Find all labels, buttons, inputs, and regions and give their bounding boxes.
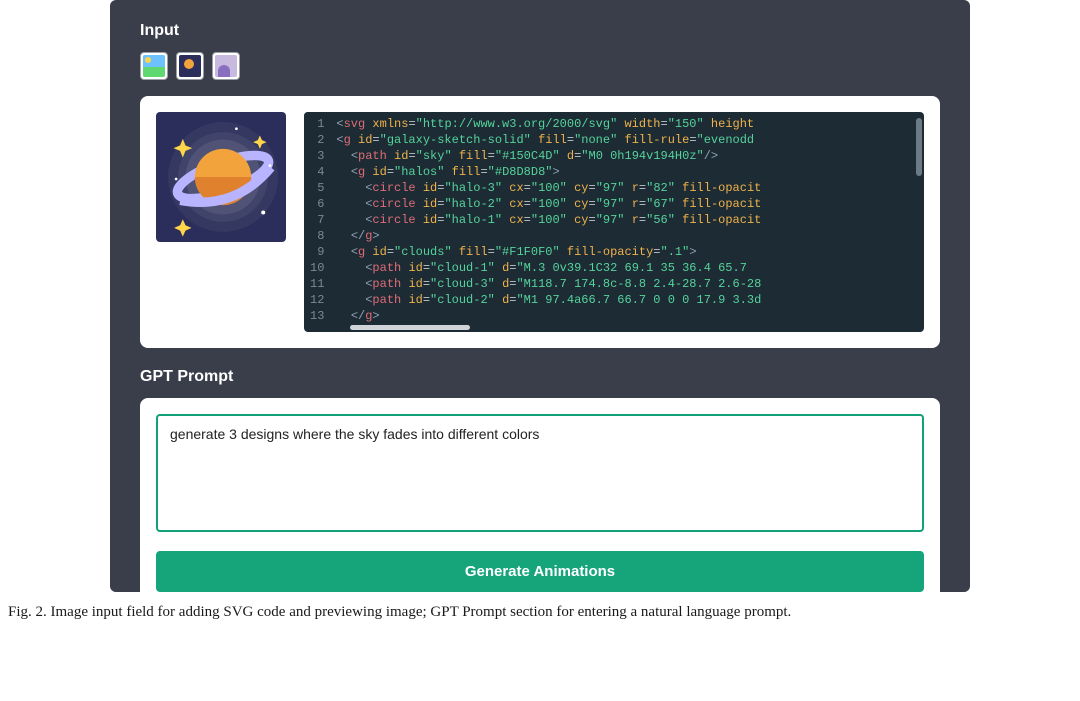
input-section-label: Input (140, 22, 940, 40)
person-thumb-icon (215, 55, 237, 77)
gpt-prompt-input[interactable] (156, 414, 924, 532)
galaxy-thumb-icon (179, 55, 201, 77)
prompt-card: Generate Animations (140, 398, 940, 592)
svg-code-editor[interactable]: 12345678910111213 <svg xmlns="http://www… (304, 112, 924, 332)
input-card: 12345678910111213 <svg xmlns="http://www… (140, 96, 940, 348)
gpt-prompt-label: GPT Prompt (140, 368, 940, 386)
person-thumbnail-button[interactable] (212, 52, 240, 80)
horizontal-scrollbar[interactable] (350, 325, 470, 330)
figure-caption: Fig. 2. Image input field for adding SVG… (0, 604, 1080, 621)
thumbnail-row (140, 52, 940, 80)
galaxy-preview-image (156, 112, 286, 242)
galaxy-thumbnail-button[interactable] (176, 52, 204, 80)
svg-preview (156, 112, 286, 242)
scenery-thumb-icon (143, 55, 165, 77)
app-panel: Input (110, 0, 970, 592)
code-gutter: 12345678910111213 (304, 112, 332, 328)
vertical-scrollbar[interactable] (916, 118, 922, 176)
generate-animations-button[interactable]: Generate Animations (156, 551, 924, 592)
scenery-thumbnail-button[interactable] (140, 52, 168, 80)
code-lines[interactable]: <svg xmlns="http://www.w3.org/2000/svg" … (332, 112, 924, 328)
